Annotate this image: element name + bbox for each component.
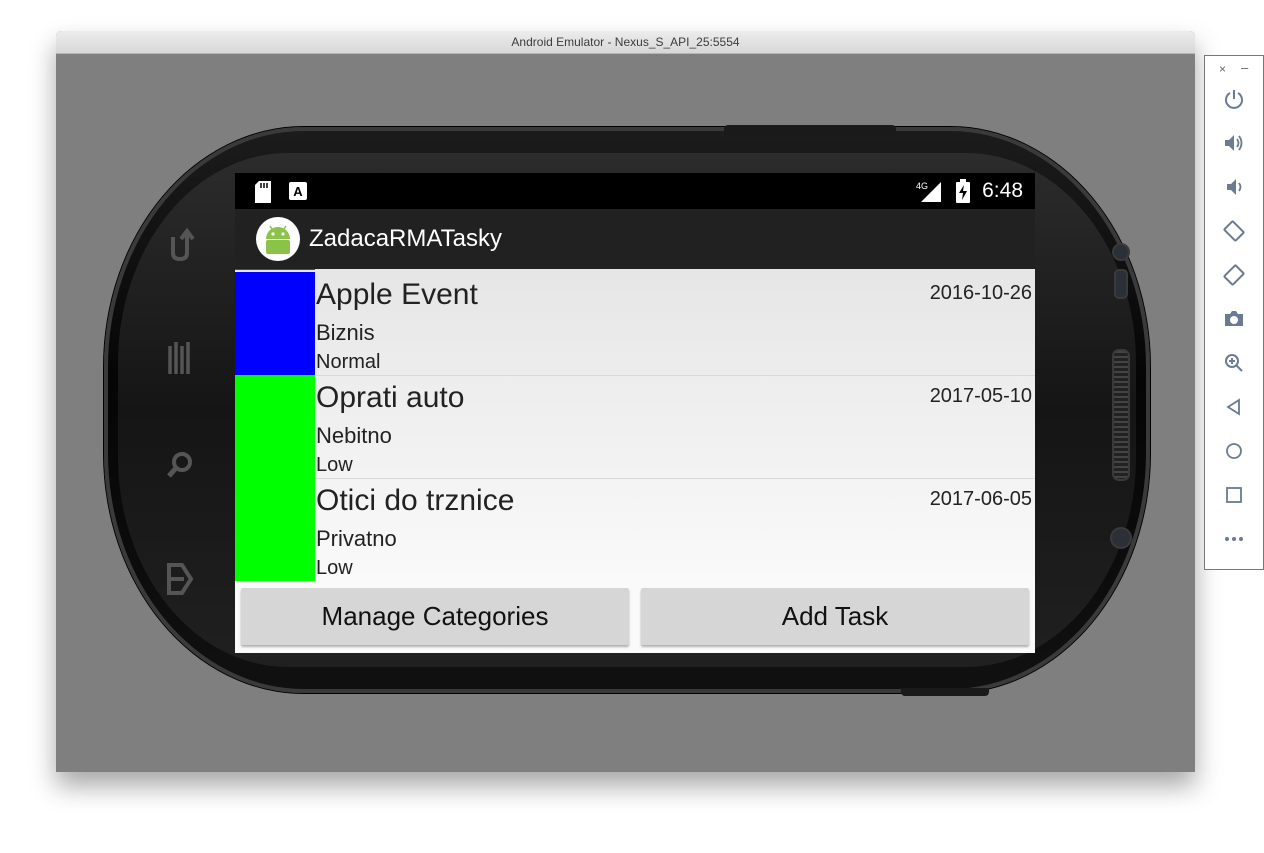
minimize-icon[interactable]: –	[1241, 60, 1248, 75]
sd-card-icon	[254, 181, 272, 208]
category-color-swatch	[235, 272, 315, 375]
hw-home-icon[interactable]	[164, 559, 196, 599]
task-date: 2016-10-26	[929, 282, 1032, 304]
task-date: 2017-06-05	[929, 488, 1032, 510]
previous-row-swatch	[235, 269, 315, 270]
task-category: Biznis	[316, 320, 375, 345]
category-color-swatch	[235, 478, 315, 581]
task-title: Otici do trznice	[316, 484, 515, 517]
phone-bottom-button	[901, 688, 989, 696]
app-title: ZadacaRMATasky	[309, 225, 502, 252]
category-color-swatch	[235, 375, 315, 478]
keyboard-icon: A	[289, 182, 307, 205]
light-sensor	[1114, 269, 1128, 299]
android-logo-icon	[256, 217, 300, 261]
task-priority: Low	[316, 557, 353, 579]
status-time: 6:48	[982, 179, 1023, 202]
hw-search-icon[interactable]	[164, 446, 196, 486]
svg-text:A: A	[293, 184, 303, 199]
device-screen: A 4G 6:48 ZadacaRMATasky Apple Event Biz…	[235, 173, 1035, 653]
task-row[interactable]: Otici do trznice Privatno Low 2017-06-05	[235, 478, 1035, 581]
add-task-button[interactable]: Add Task	[641, 588, 1029, 645]
emulator-toolbar: × –	[1204, 55, 1264, 570]
task-category: Nebitno	[316, 423, 392, 448]
emulator-window: Android Emulator - Nexus_S_API_25:5554 A…	[56, 31, 1195, 772]
rotate-left-icon[interactable]	[1222, 220, 1246, 244]
previous-row-edge	[235, 269, 1035, 271]
manage-categories-button[interactable]: Manage Categories	[241, 588, 629, 645]
phone-camera	[1110, 527, 1132, 549]
svg-text:4G: 4G	[916, 181, 928, 191]
camera-icon[interactable]	[1222, 308, 1246, 332]
signal-icon: 4G	[915, 180, 945, 207]
task-category: Privatno	[316, 526, 397, 551]
proximity-sensor	[1112, 243, 1130, 261]
phone-speaker	[1112, 349, 1130, 481]
hw-menu-icon[interactable]	[164, 336, 196, 376]
task-priority: Normal	[316, 351, 381, 373]
task-title: Oprati auto	[316, 381, 465, 414]
hw-back-icon[interactable]	[164, 223, 196, 263]
window-title: Android Emulator - Nexus_S_API_25:5554	[56, 31, 1195, 54]
task-list[interactable]: Apple Event Biznis Normal 2016-10-26 Opr…	[235, 269, 1035, 583]
more-icon[interactable]	[1222, 528, 1246, 552]
overview-icon[interactable]	[1222, 484, 1246, 508]
status-bar: A 4G 6:48	[235, 173, 1035, 209]
home-icon[interactable]	[1222, 440, 1246, 464]
task-date: 2017-05-10	[929, 385, 1032, 407]
volume-up-icon[interactable]	[1222, 132, 1246, 156]
close-icon[interactable]: ×	[1219, 62, 1226, 76]
zoom-icon[interactable]	[1222, 352, 1246, 376]
task-row[interactable]: Apple Event Biznis Normal 2016-10-26	[235, 272, 1035, 376]
task-row[interactable]: Oprati auto Nebitno Low 2017-05-10	[235, 375, 1035, 479]
back-icon[interactable]	[1222, 396, 1246, 420]
task-priority: Low	[316, 454, 353, 476]
task-title: Apple Event	[316, 278, 478, 311]
volume-down-icon[interactable]	[1222, 176, 1246, 200]
rotate-right-icon[interactable]	[1222, 264, 1246, 288]
action-bar: ZadacaRMATasky	[235, 209, 1035, 269]
battery-charging-icon	[955, 179, 971, 208]
power-icon[interactable]	[1222, 88, 1246, 112]
phone-top-button	[724, 125, 896, 135]
button-bar: Manage Categories Add Task	[235, 583, 1035, 653]
